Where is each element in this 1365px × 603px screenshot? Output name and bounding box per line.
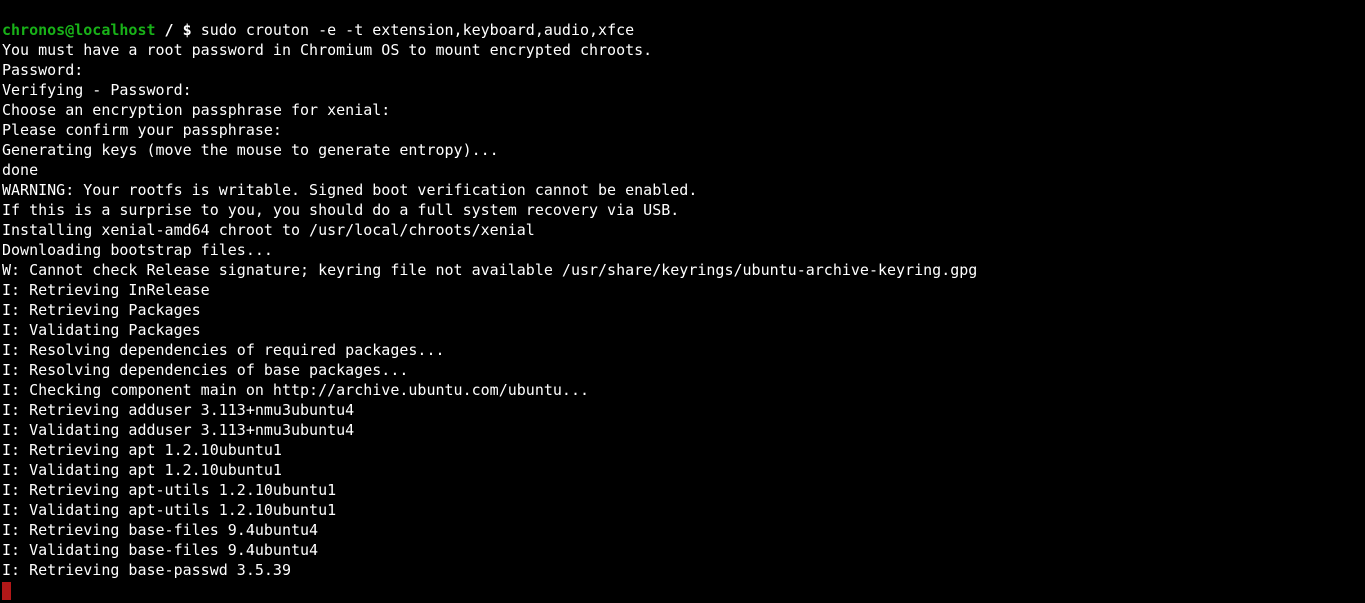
terminal-line: I: Resolving dependencies of base packag…	[2, 360, 1363, 380]
terminal-line: I: Retrieving adduser 3.113+nmu3ubuntu4	[2, 400, 1363, 420]
terminal-line: Verifying - Password:	[2, 80, 1363, 100]
terminal-output: You must have a root password in Chromiu…	[2, 40, 1363, 580]
terminal-line: Password:	[2, 60, 1363, 80]
terminal-line: I: Retrieving InRelease	[2, 280, 1363, 300]
terminal-line: I: Validating apt 1.2.10ubuntu1	[2, 460, 1363, 480]
terminal-area[interactable]: chronos@localhost / $ sudo crouton -e -t…	[0, 0, 1365, 601]
terminal-line: Choose an encryption passphrase for xeni…	[2, 100, 1363, 120]
terminal-line: I: Retrieving apt 1.2.10ubuntu1	[2, 440, 1363, 460]
terminal-line: Downloading bootstrap files...	[2, 240, 1363, 260]
terminal-line: I: Retrieving base-files 9.4ubuntu4	[2, 520, 1363, 540]
terminal-line: I: Retrieving Packages	[2, 300, 1363, 320]
cursor	[2, 582, 11, 600]
terminal-line: I: Resolving dependencies of required pa…	[2, 340, 1363, 360]
terminal-line: I: Validating adduser 3.113+nmu3ubuntu4	[2, 420, 1363, 440]
prompt-user: chronos@localhost	[2, 21, 156, 39]
terminal-line: Please confirm your passphrase:	[2, 120, 1363, 140]
terminal-line: I: Validating Packages	[2, 320, 1363, 340]
terminal-line: I: Retrieving base-passwd 3.5.39	[2, 560, 1363, 580]
prompt-separator: /	[156, 21, 183, 39]
terminal-line: Installing xenial-amd64 chroot to /usr/l…	[2, 220, 1363, 240]
terminal-line: Generating keys (move the mouse to gener…	[2, 140, 1363, 160]
terminal-line: If this is a surprise to you, you should…	[2, 200, 1363, 220]
prompt-dollar: $	[183, 21, 201, 39]
terminal-line: WARNING: Your rootfs is writable. Signed…	[2, 180, 1363, 200]
terminal-line: You must have a root password in Chromiu…	[2, 40, 1363, 60]
terminal-line: I: Validating base-files 9.4ubuntu4	[2, 540, 1363, 560]
terminal-line: I: Checking component main on http://arc…	[2, 380, 1363, 400]
terminal-line: done	[2, 160, 1363, 180]
command-text: sudo crouton -e -t extension,keyboard,au…	[201, 21, 634, 39]
terminal-line: W: Cannot check Release signature; keyri…	[2, 260, 1363, 280]
terminal-line: I: Retrieving apt-utils 1.2.10ubuntu1	[2, 480, 1363, 500]
terminal-line: I: Validating apt-utils 1.2.10ubuntu1	[2, 500, 1363, 520]
